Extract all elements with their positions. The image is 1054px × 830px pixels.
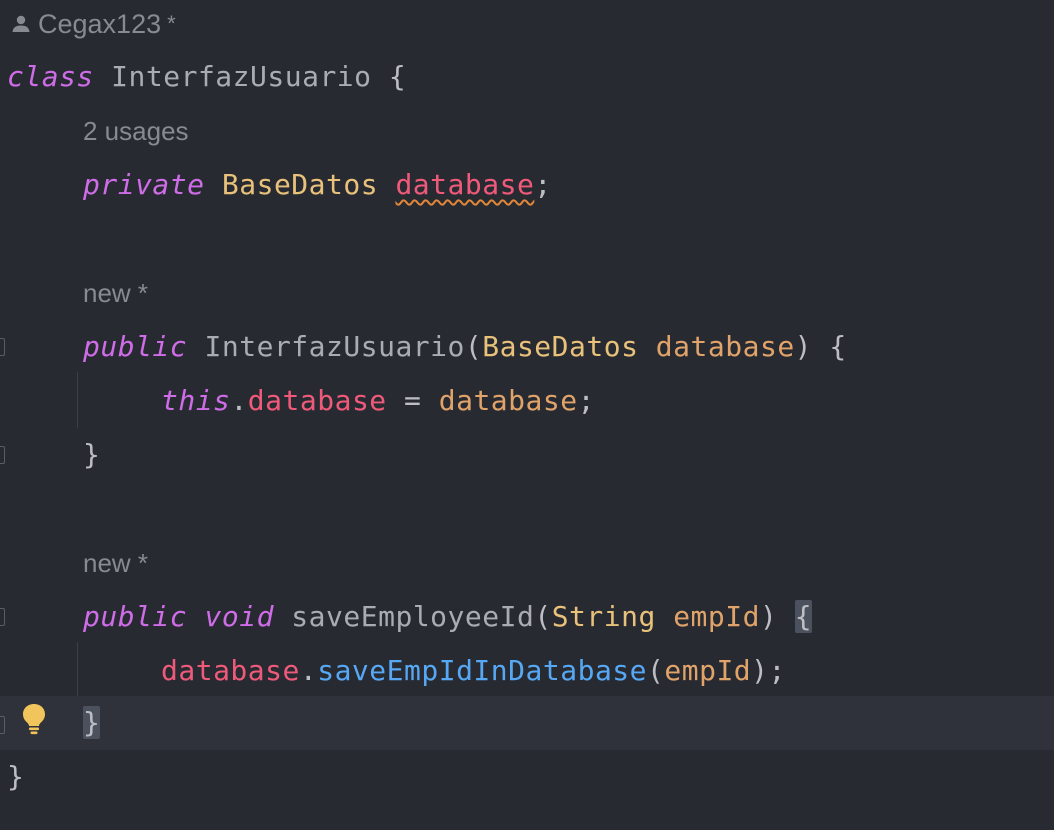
type-name: BaseDatos	[204, 168, 396, 201]
param-type: String	[551, 600, 656, 633]
code-editor[interactable]: Cegax123 * class InterfazUsuario { 2 usa…	[0, 0, 1054, 830]
param-name: empId	[655, 600, 760, 633]
fold-marker-icon[interactable]	[0, 608, 5, 626]
close-paren: )	[760, 600, 795, 633]
author-name: Cegax123	[38, 9, 162, 39]
arg-ref: empId	[664, 654, 752, 687]
code-line-class-declaration[interactable]: class InterfazUsuario {	[7, 50, 406, 104]
dot: .	[230, 384, 248, 417]
semicolon: ;	[534, 168, 552, 201]
fold-marker-icon[interactable]	[0, 338, 5, 356]
code-line-assignment[interactable]: this.database = database;	[161, 374, 595, 428]
close-brace: }	[7, 760, 25, 793]
code-line-class-close[interactable]: }	[7, 750, 24, 804]
keyword-this: this	[161, 384, 231, 417]
dot: .	[299, 654, 318, 687]
code-line-method-close[interactable]: }	[83, 696, 101, 750]
modified-marker: *	[167, 11, 176, 36]
indent-guide	[77, 642, 78, 696]
param-ref: database	[438, 384, 578, 417]
new-author-hint[interactable]: new *	[83, 266, 148, 320]
usages-hint[interactable]: 2 usages	[83, 104, 189, 158]
lightbulb-icon[interactable]	[20, 702, 48, 736]
code-line-field-declaration[interactable]: private BaseDatos database;	[83, 158, 552, 212]
param-type: BaseDatos	[482, 330, 639, 363]
field-name-warning[interactable]: database	[395, 168, 534, 201]
close-paren-semicolon: );	[751, 654, 786, 687]
field-ref: database	[247, 384, 387, 417]
fold-marker-icon[interactable]	[0, 716, 5, 734]
indent-guide	[77, 372, 78, 428]
field-ref: database	[161, 654, 300, 687]
class-name: InterfazUsuario	[93, 60, 389, 93]
keyword-public: public	[83, 600, 188, 633]
equals: =	[386, 384, 439, 417]
new-author-hint[interactable]: new *	[83, 536, 148, 590]
code-author-hint[interactable]: Cegax123 *	[10, 0, 176, 48]
close-paren-brace: ) {	[794, 330, 847, 363]
user-icon	[12, 15, 30, 32]
semicolon: ;	[577, 384, 595, 417]
param-name: database	[638, 330, 795, 363]
open-brace: {	[388, 60, 407, 93]
code-line-constructor[interactable]: public InterfazUsuario(BaseDatos databas…	[83, 320, 847, 374]
matched-close-brace: }	[83, 706, 101, 739]
constructor-name: InterfazUsuario	[187, 330, 465, 363]
close-brace: }	[83, 438, 101, 471]
current-line-highlight	[0, 696, 1054, 750]
open-paren: (	[534, 600, 552, 633]
matched-open-brace: {	[794, 600, 813, 633]
method-name: saveEmployeeId	[273, 600, 535, 633]
code-line-method-declaration[interactable]: public void saveEmployeeId(String empId)…	[83, 590, 813, 644]
method-call-name: saveEmpIdInDatabase	[317, 654, 648, 687]
open-paren: (	[647, 654, 665, 687]
keyword-class: class	[7, 60, 94, 93]
open-paren: (	[464, 330, 483, 363]
keyword-private: private	[83, 168, 205, 201]
code-line-method-call[interactable]: database.saveEmpIdInDatabase(empId);	[161, 644, 786, 698]
keyword-void: void	[187, 600, 274, 633]
keyword-public: public	[83, 330, 188, 363]
fold-marker-icon[interactable]	[0, 446, 5, 464]
code-line-close-brace[interactable]: }	[83, 428, 100, 482]
